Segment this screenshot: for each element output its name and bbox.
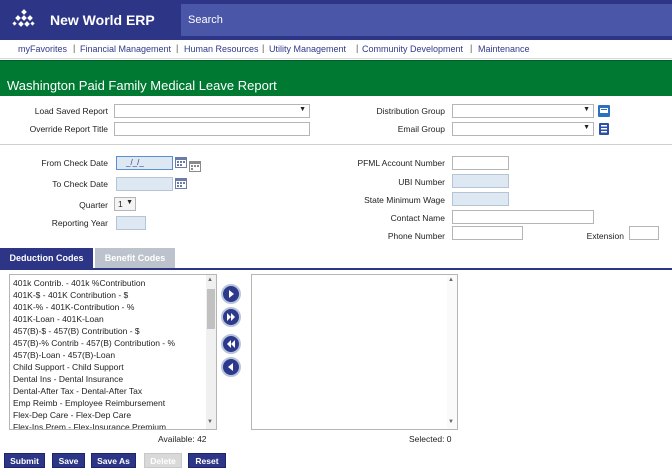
page-title: Washington Paid Family Medical Leave Rep…: [7, 78, 277, 93]
nav-item-maintenance[interactable]: Maintenance: [478, 44, 530, 54]
tab-deduction-codes[interactable]: Deduction Codes: [0, 248, 93, 268]
search-input[interactable]: Search: [181, 4, 672, 36]
reporting-year-input[interactable]: [116, 216, 146, 230]
list-item[interactable]: 401K-$ - 401K Contribution - $: [13, 290, 128, 300]
contact-name-label: Contact Name: [390, 213, 445, 223]
chevron-down-icon: ▼: [299, 106, 306, 113]
list-item[interactable]: 457(B)-$ - 457(B) Contribution - $: [13, 326, 140, 336]
to-check-date-input[interactable]: [116, 177, 173, 191]
email-group-label: Email Group: [397, 124, 445, 134]
extension-input[interactable]: [629, 226, 659, 240]
nav-item-financial-management[interactable]: Financial Management: [80, 44, 171, 54]
email-group-select[interactable]: ▼: [452, 122, 594, 136]
list-item[interactable]: Child Support - Child Support: [13, 362, 124, 372]
list-item[interactable]: Flex-Dep Care - Flex-Dep Care: [13, 410, 131, 420]
phone-number-label: Phone Number: [387, 231, 445, 241]
calendar-icon[interactable]: [175, 178, 187, 189]
from-check-date-label: From Check Date: [41, 158, 108, 168]
submit-button[interactable]: Submit: [4, 453, 45, 468]
distribution-group-select[interactable]: ▼: [452, 104, 594, 118]
list-item[interactable]: Dental-After Tax - Dental-After Tax: [13, 386, 142, 396]
available-scrollbar[interactable]: ▲ ▼: [206, 275, 216, 429]
reset-button[interactable]: Reset: [188, 453, 226, 468]
from-check-date-input[interactable]: _/_/_: [116, 156, 173, 170]
ubi-number-label: UBI Number: [398, 177, 445, 187]
nav-separator: |: [262, 43, 265, 53]
list-item[interactable]: 401K-Loan - 401K-Loan: [13, 314, 104, 324]
move-all-left-button[interactable]: [221, 334, 241, 354]
list-item[interactable]: Dental Ins - Dental Insurance: [13, 374, 123, 384]
address-book-icon[interactable]: [598, 123, 610, 135]
logo-icon: [12, 9, 35, 27]
calendar-icon[interactable]: [189, 161, 201, 172]
pfml-account-number-input[interactable]: [452, 156, 509, 170]
nav-separator: |: [356, 43, 359, 53]
scroll-thumb[interactable]: [207, 289, 215, 329]
double-chevron-right-icon: [227, 313, 235, 321]
override-report-title-label: Override Report Title: [29, 124, 108, 134]
extension-label: Extension: [586, 231, 624, 241]
tab-underline: [0, 268, 672, 270]
list-item[interactable]: 401k Contrib. - 401k %Contribution: [13, 278, 145, 288]
chevron-down-icon: ▼: [583, 106, 590, 113]
move-left-button[interactable]: [221, 357, 241, 377]
scroll-down-icon[interactable]: ▼: [207, 419, 213, 425]
quarter-select[interactable]: 1 ▼: [114, 197, 136, 211]
distribution-group-label: Distribution Group: [376, 106, 445, 116]
chevron-right-icon: [229, 290, 234, 298]
search-label: Search: [188, 14, 223, 26]
list-item[interactable]: 457(B)-Loan - 457(B)-Loan: [13, 350, 115, 360]
save-as-button[interactable]: Save As: [91, 453, 136, 468]
move-right-button[interactable]: [221, 284, 241, 304]
chevron-left-icon: [228, 363, 233, 371]
quarter-value: 1: [118, 199, 123, 209]
load-saved-report-select[interactable]: ▼: [114, 104, 310, 118]
pfml-account-number-label: PFML Account Number: [357, 158, 445, 168]
delete-button[interactable]: Delete: [144, 453, 182, 468]
list-item[interactable]: Flex-Ins Prem - Flex-Insurance Premium: [13, 422, 166, 429]
list-item[interactable]: 401K-% - 401K-Contribution - %: [13, 302, 134, 312]
calendar-icon[interactable]: [175, 157, 187, 168]
contact-name-input[interactable]: [452, 210, 594, 224]
nav-item-human-resources[interactable]: Human Resources: [184, 44, 259, 54]
nav-item-utility-management[interactable]: Utility Management: [269, 44, 346, 54]
nav-separator: |: [470, 43, 473, 53]
phone-number-input[interactable]: [452, 226, 523, 240]
main-nav: myFavorites | Financial Management | Hum…: [0, 40, 672, 59]
state-minimum-wage-input[interactable]: [452, 192, 509, 206]
double-chevron-left-icon: [227, 340, 235, 348]
selected-scrollbar[interactable]: ▲ ▼: [447, 275, 457, 429]
scroll-up-icon[interactable]: ▲: [207, 277, 213, 283]
nav-item-myfavorites[interactable]: myFavorites: [18, 44, 67, 54]
scroll-up-icon[interactable]: ▲: [448, 277, 454, 283]
move-all-right-button[interactable]: [221, 307, 241, 327]
top-bar: New World ERP Search: [0, 0, 672, 40]
chevron-down-icon: ▼: [583, 124, 590, 131]
tab-benefit-codes[interactable]: Benefit Codes: [95, 248, 175, 268]
selected-count: Selected: 0: [409, 434, 452, 444]
available-count: Available: 42: [158, 434, 207, 444]
from-check-date-value: _/_/_: [126, 158, 144, 167]
load-saved-report-label: Load Saved Report: [34, 106, 108, 116]
list-item[interactable]: Emp Reimb - Employee Reimbursement: [13, 398, 165, 408]
app-title: New World ERP: [50, 12, 155, 28]
list-item[interactable]: 457(B)-% Contrib - 457(B) Contribution -…: [13, 338, 175, 348]
override-report-title-input[interactable]: [114, 122, 310, 136]
to-check-date-label: To Check Date: [52, 179, 108, 189]
nav-separator: |: [73, 43, 76, 53]
selected-codes-list[interactable]: ▲ ▼: [251, 274, 458, 430]
ubi-number-input[interactable]: [452, 174, 509, 188]
state-minimum-wage-label: State Minimum Wage: [364, 195, 445, 205]
section-divider: [0, 144, 672, 145]
scroll-down-icon[interactable]: ▼: [448, 419, 454, 425]
reporting-year-label: Reporting Year: [51, 218, 108, 228]
available-codes-list[interactable]: 401k Contrib. - 401k %Contribution 401K-…: [9, 274, 217, 430]
nav-item-community-development[interactable]: Community Development: [362, 44, 463, 54]
distribution-lookup-icon[interactable]: [598, 105, 610, 117]
save-button[interactable]: Save: [52, 453, 85, 468]
page-title-bar: Washington Paid Family Medical Leave Rep…: [0, 60, 672, 96]
chevron-down-icon: ▼: [126, 199, 133, 206]
quarter-label: Quarter: [79, 200, 108, 210]
nav-separator: |: [176, 43, 179, 53]
